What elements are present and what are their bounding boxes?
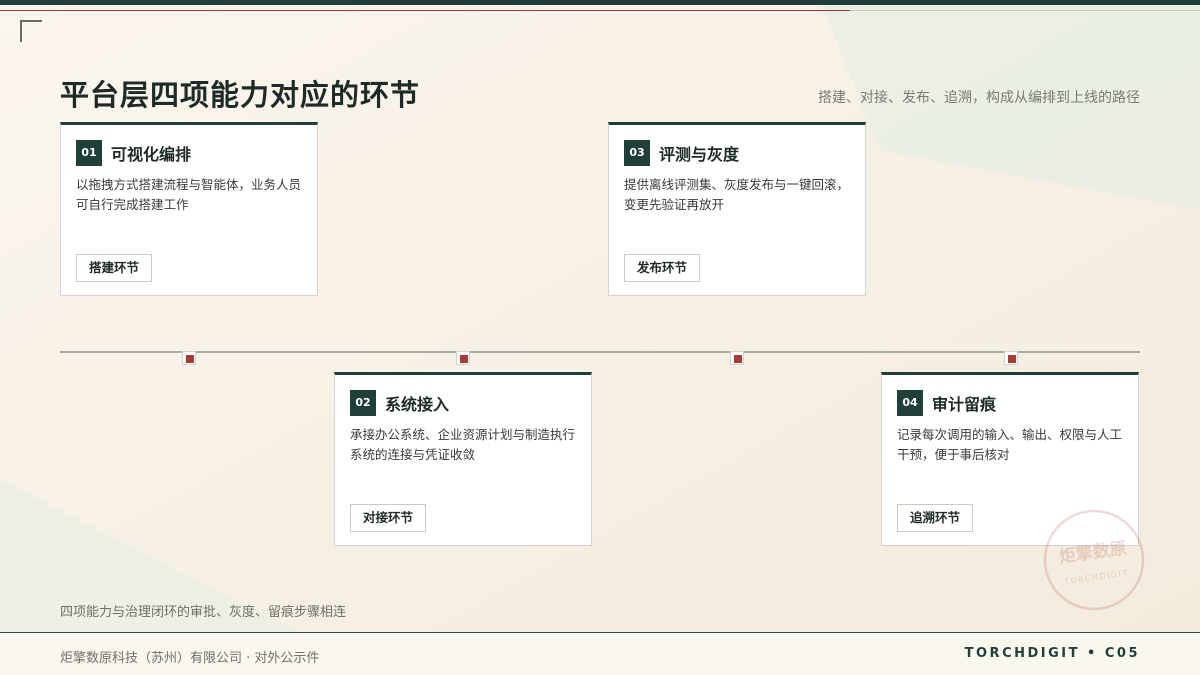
card-description: 记录每次调用的输入、输出、权限与人工干预，便于事后核对 [897, 427, 1123, 462]
page-subtitle: 搭建、对接、发布、追溯，构成从编排到上线的路径 [818, 90, 1140, 106]
capability-card-02: 02 系统接入 承接办公系统、企业资源计划与制造执行系统的连接与凭证收敛 对接环… [334, 372, 592, 546]
svg-text:TORCHDIGIT: TORCHDIGIT [1063, 568, 1130, 586]
timeline-axis [60, 351, 1140, 353]
timeline-node-1 [182, 351, 196, 365]
top-accent-bar [0, 0, 1200, 5]
footer-company: 炬擎数原科技（苏州）有限公司 · 对外公示件 [60, 651, 320, 666]
card-number-badge: 04 [897, 390, 923, 416]
card-stage-tag: 发布环节 [624, 254, 701, 282]
page-title: 平台层四项能力对应的环节 [60, 78, 421, 112]
timeline-node-2 [456, 351, 470, 365]
company-seal-icon: 炬擎数原 TORCHDIGIT [1043, 509, 1145, 611]
card-stage-tag: 搭建环节 [76, 254, 153, 282]
capability-card-01: 01 可视化编排 以拖拽方式搭建流程与智能体，业务人员可自行完成搭建工作 搭建环… [60, 122, 318, 296]
timeline-node-3 [730, 351, 744, 365]
card-description: 提供离线评测集、灰度发布与一键回滚，变更先验证再放开 [624, 177, 850, 212]
card-stage-tag: 对接环节 [350, 504, 427, 532]
card-number-badge: 02 [350, 390, 376, 416]
card-title: 审计留痕 [932, 395, 997, 414]
top-red-rule [0, 10, 850, 11]
card-number-badge: 01 [76, 140, 102, 166]
timeline-node-4 [1004, 351, 1018, 365]
corner-bracket-icon [20, 20, 42, 42]
card-description: 以拖拽方式搭建流程与智能体，业务人员可自行完成搭建工作 [76, 177, 302, 212]
footer-page-code: TORCHDIGIT • C05 [964, 646, 1140, 661]
card-title: 系统接入 [385, 395, 450, 414]
card-title: 可视化编排 [111, 145, 192, 164]
footer-divider [0, 632, 1200, 633]
card-description: 承接办公系统、企业资源计划与制造执行系统的连接与凭证收敛 [350, 427, 576, 462]
capability-card-03: 03 评测与灰度 提供离线评测集、灰度发布与一键回滚，变更先验证再放开 发布环节 [608, 122, 866, 296]
footnote: 四项能力与治理闭环的审批、灰度、留痕步骤相连 [60, 605, 347, 620]
top-grey-rule [850, 10, 1200, 11]
card-stage-tag: 追溯环节 [897, 504, 974, 532]
card-number-badge: 03 [624, 140, 650, 166]
svg-text:炬擎数原: 炬擎数原 [1058, 537, 1128, 567]
card-title: 评测与灰度 [659, 145, 740, 164]
